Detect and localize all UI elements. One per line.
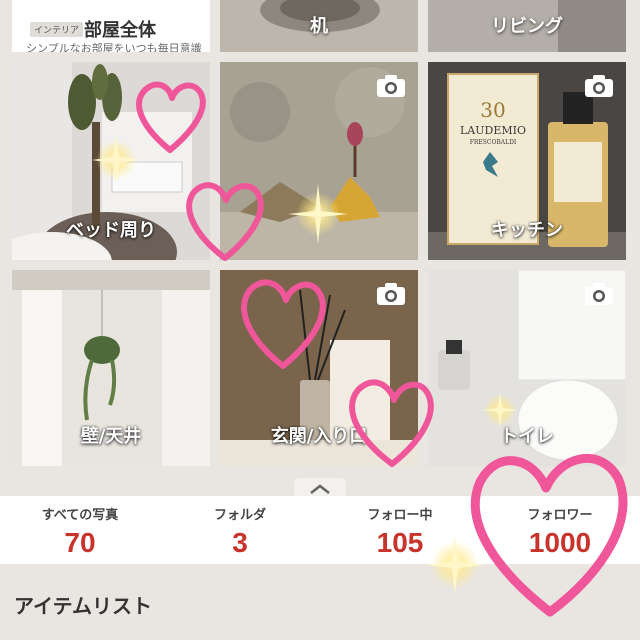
photo-grid: インテリア 部屋全体 シンプルなお部屋をいつも毎日意識 机 リビング ベッド周り… [0, 0, 640, 470]
stat-followers[interactable]: フォロワー 1000 [480, 496, 640, 564]
camera-icon [377, 283, 405, 305]
tile-label: 壁/天井 [80, 426, 142, 447]
stat-label: フォルダ [213, 508, 266, 523]
tile-label: ベッド周り [66, 220, 156, 241]
tile-wall[interactable]: 壁/天井 [12, 270, 210, 466]
tile-title: 部屋全体 [84, 20, 156, 41]
tile-subtitle: シンプルなお部屋をいつも毎日意識 [26, 42, 202, 52]
product-number: 30 [480, 98, 505, 122]
stat-value: 1000 [528, 527, 592, 558]
profile-stats: すべての写真 70 フォルダ 3 フォロー中 105 フォロワー 1000 [0, 496, 640, 564]
tile-entrance[interactable]: 玄関/入り口 [220, 270, 418, 466]
item-list-heading: アイテムリスト [14, 594, 152, 618]
stat-value: 70 [64, 527, 96, 558]
tile-toilet[interactable]: トイレ [428, 270, 626, 466]
camera-icon [377, 75, 405, 97]
stat-value: 105 [376, 527, 424, 558]
tile-label: 玄関/入り口 [270, 426, 368, 447]
stat-all-photos[interactable]: すべての写真 70 [0, 496, 160, 564]
category-badge: インテリア [30, 22, 84, 37]
camera-icon [585, 75, 613, 97]
stat-folders[interactable]: フォルダ 3 [160, 496, 320, 564]
tile-bedside[interactable]: ベッド周り [12, 62, 210, 260]
tile-room-overall[interactable]: インテリア 部屋全体 シンプルなお部屋をいつも毎日意識 [12, 0, 210, 52]
stat-label: フォロワー [527, 508, 593, 523]
camera-icon [585, 283, 613, 305]
tile-flower[interactable] [220, 62, 418, 260]
tile-label: トイレ [500, 426, 554, 447]
tile-label: キッチン [491, 220, 563, 241]
chevron-up-icon [310, 484, 330, 494]
product-sub: FRESCOBALDI [470, 139, 517, 146]
stat-following[interactable]: フォロー中 105 [320, 496, 480, 564]
stat-label: フォロー中 [367, 508, 433, 523]
stat-value: 3 [232, 527, 248, 558]
tile-living[interactable]: リビング [428, 0, 626, 52]
tile-label: 机 [310, 16, 328, 37]
tile-desk[interactable]: 机 [220, 0, 418, 52]
stat-label: すべての写真 [41, 508, 119, 523]
tile-label: リビング [491, 16, 563, 37]
tile-kitchen[interactable]: 30 LAUDEMIO FRESCOBALDI キッチン [428, 62, 626, 260]
product-brand: LAUDEMIO [460, 124, 526, 137]
